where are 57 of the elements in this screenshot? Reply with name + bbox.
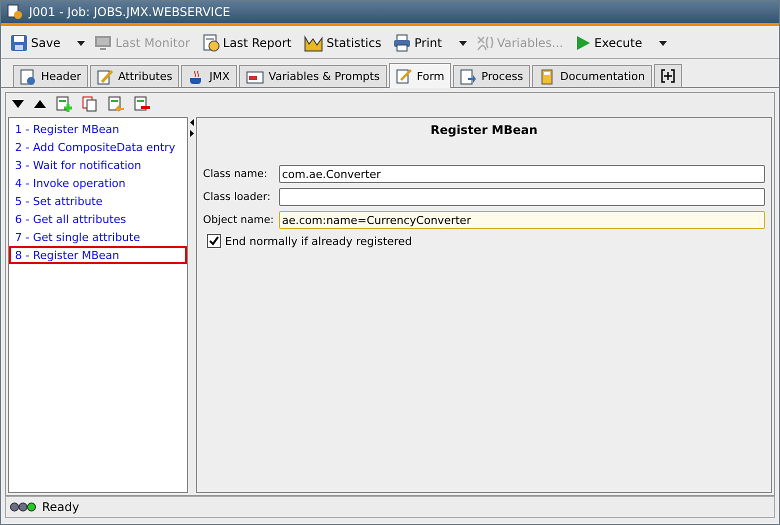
remove-step-icon[interactable] bbox=[134, 96, 150, 112]
step-item[interactable]: 2 - Add CompositeData entry bbox=[9, 138, 187, 156]
move-up-icon[interactable] bbox=[34, 100, 46, 108]
step-item[interactable]: 4 - Invoke operation bbox=[9, 174, 187, 192]
monitor-icon bbox=[94, 34, 112, 52]
document-icon bbox=[460, 68, 476, 84]
tab[interactable]: Header bbox=[13, 65, 88, 87]
field-label: Object name: bbox=[203, 214, 275, 226]
caret-icon[interactable] bbox=[77, 40, 86, 46]
input-field[interactable] bbox=[279, 188, 765, 206]
toolbar-button[interactable]: Statistics bbox=[300, 32, 384, 54]
tab[interactable]: Process bbox=[453, 65, 530, 87]
pencil-icon bbox=[97, 68, 114, 84]
toolbar-button[interactable]: Print bbox=[390, 32, 445, 54]
caret-icon[interactable] bbox=[659, 40, 668, 46]
input-field[interactable]: ae.com:name=CurrencyConverter bbox=[279, 211, 765, 229]
form-title: Register MBean bbox=[429, 122, 539, 139]
tab[interactable]: Form bbox=[388, 63, 452, 88]
step-item[interactable]: 3 - Wait for notification bbox=[9, 156, 187, 174]
pencil-icon bbox=[396, 68, 412, 84]
field-label: Class loader: bbox=[203, 191, 272, 203]
collapse-left-icon[interactable] bbox=[190, 119, 194, 126]
step-item[interactable]: 1 - Register MBean bbox=[9, 120, 187, 138]
save-icon bbox=[10, 34, 28, 52]
input-field[interactable]: com.ae.Converter bbox=[279, 165, 765, 183]
add-tab-button[interactable] bbox=[654, 64, 682, 87]
toolbar-button[interactable]: Save bbox=[7, 32, 64, 54]
book-icon bbox=[539, 68, 556, 84]
window-icon bbox=[246, 68, 264, 84]
printer-icon bbox=[393, 34, 412, 52]
field-label: Class name: bbox=[203, 168, 268, 180]
job-icon bbox=[7, 4, 23, 20]
step-item[interactable]: 5 - Set attribute bbox=[9, 192, 187, 210]
step-item[interactable]: 6 - Get all attributes bbox=[9, 210, 187, 228]
step-item[interactable]: 7 - Get single attribute bbox=[9, 228, 187, 246]
step-item[interactable]: 8 - Register MBean bbox=[9, 246, 187, 264]
status-lights-icon bbox=[10, 502, 36, 512]
status-text: Ready bbox=[42, 500, 80, 514]
tab[interactable]: Attributes bbox=[90, 65, 180, 87]
caret-icon[interactable] bbox=[458, 40, 467, 46]
move-down-icon[interactable] bbox=[12, 100, 24, 108]
play-icon bbox=[575, 35, 592, 51]
document-icon bbox=[20, 68, 36, 84]
tab[interactable]: Variables & Prompts bbox=[238, 65, 387, 87]
checkbox-label: End normally if already registered bbox=[225, 234, 412, 248]
toolbar-button[interactable]: Last Report bbox=[198, 32, 294, 54]
report-icon bbox=[202, 34, 220, 52]
tab[interactable]: Documentation bbox=[532, 65, 652, 87]
toolbar-button[interactable]: Execute bbox=[572, 33, 646, 53]
window-title: J001 - Job: JOBS.JMX.WEBSERVICE bbox=[29, 5, 230, 19]
tab[interactable]: JMX bbox=[181, 65, 237, 87]
copy-icon[interactable] bbox=[82, 96, 98, 112]
plus-icon bbox=[660, 69, 675, 83]
add-step-icon[interactable] bbox=[56, 96, 72, 112]
insert-step-icon[interactable] bbox=[108, 96, 124, 112]
expand-right-icon[interactable] bbox=[190, 130, 194, 137]
checkbox[interactable] bbox=[207, 234, 221, 248]
